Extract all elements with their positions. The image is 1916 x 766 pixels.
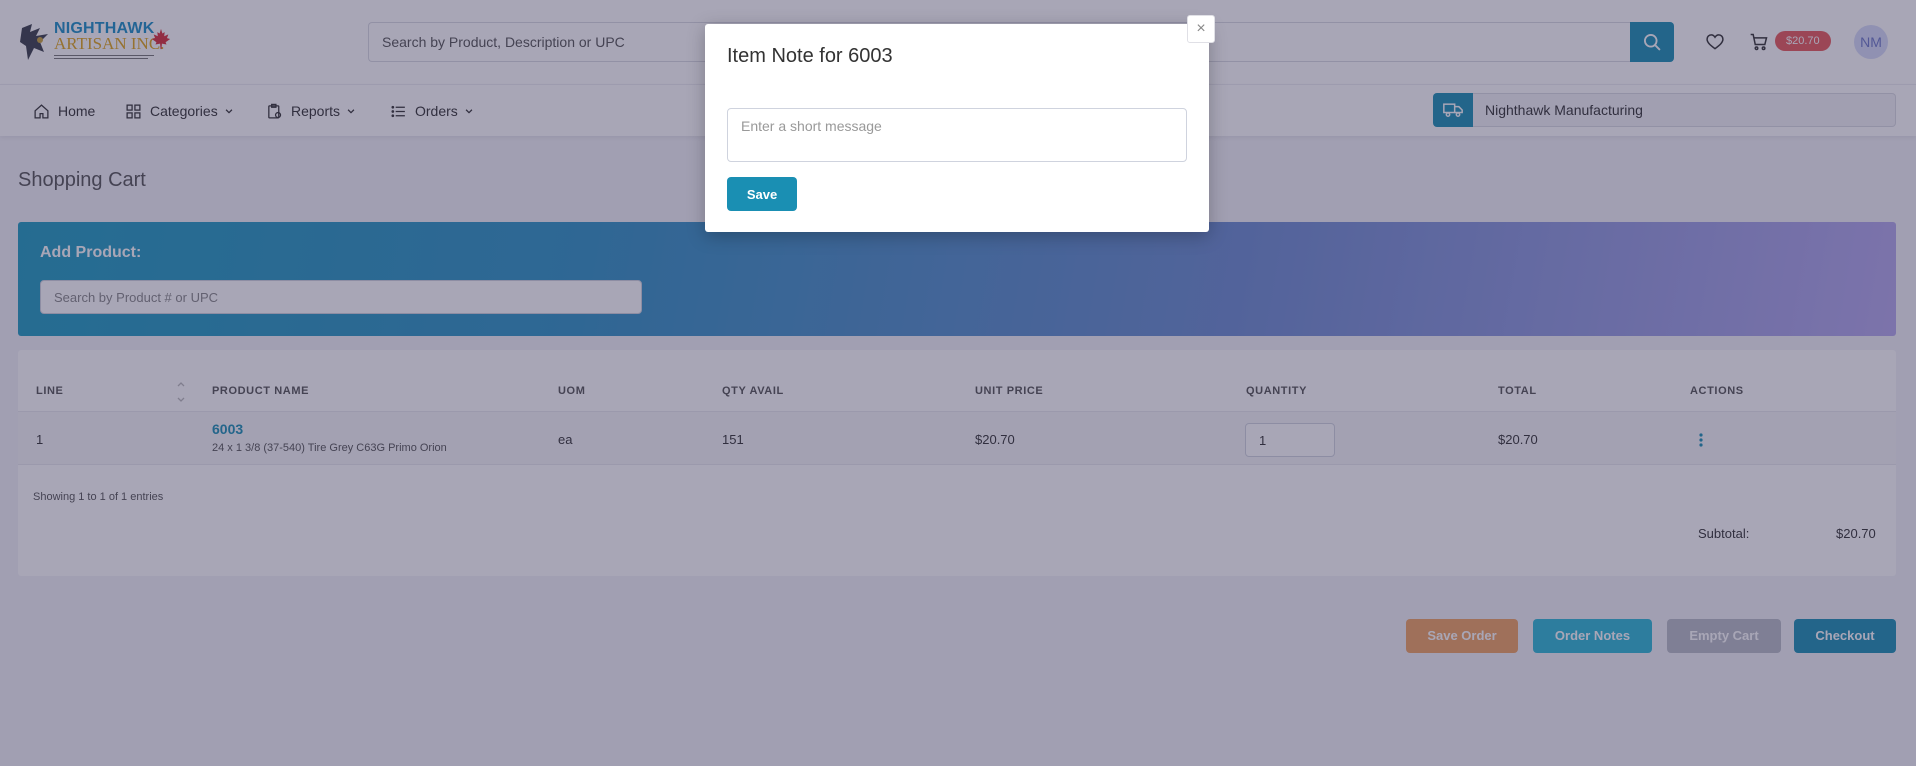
item-note-textarea[interactable]	[727, 108, 1187, 162]
modal-title: Item Note for 6003	[727, 45, 893, 67]
item-note-modal: Item Note for 6003 × Save	[705, 15, 1215, 232]
modal-close-button[interactable]: ×	[1187, 15, 1215, 43]
modal-save-button[interactable]: Save	[727, 177, 797, 211]
